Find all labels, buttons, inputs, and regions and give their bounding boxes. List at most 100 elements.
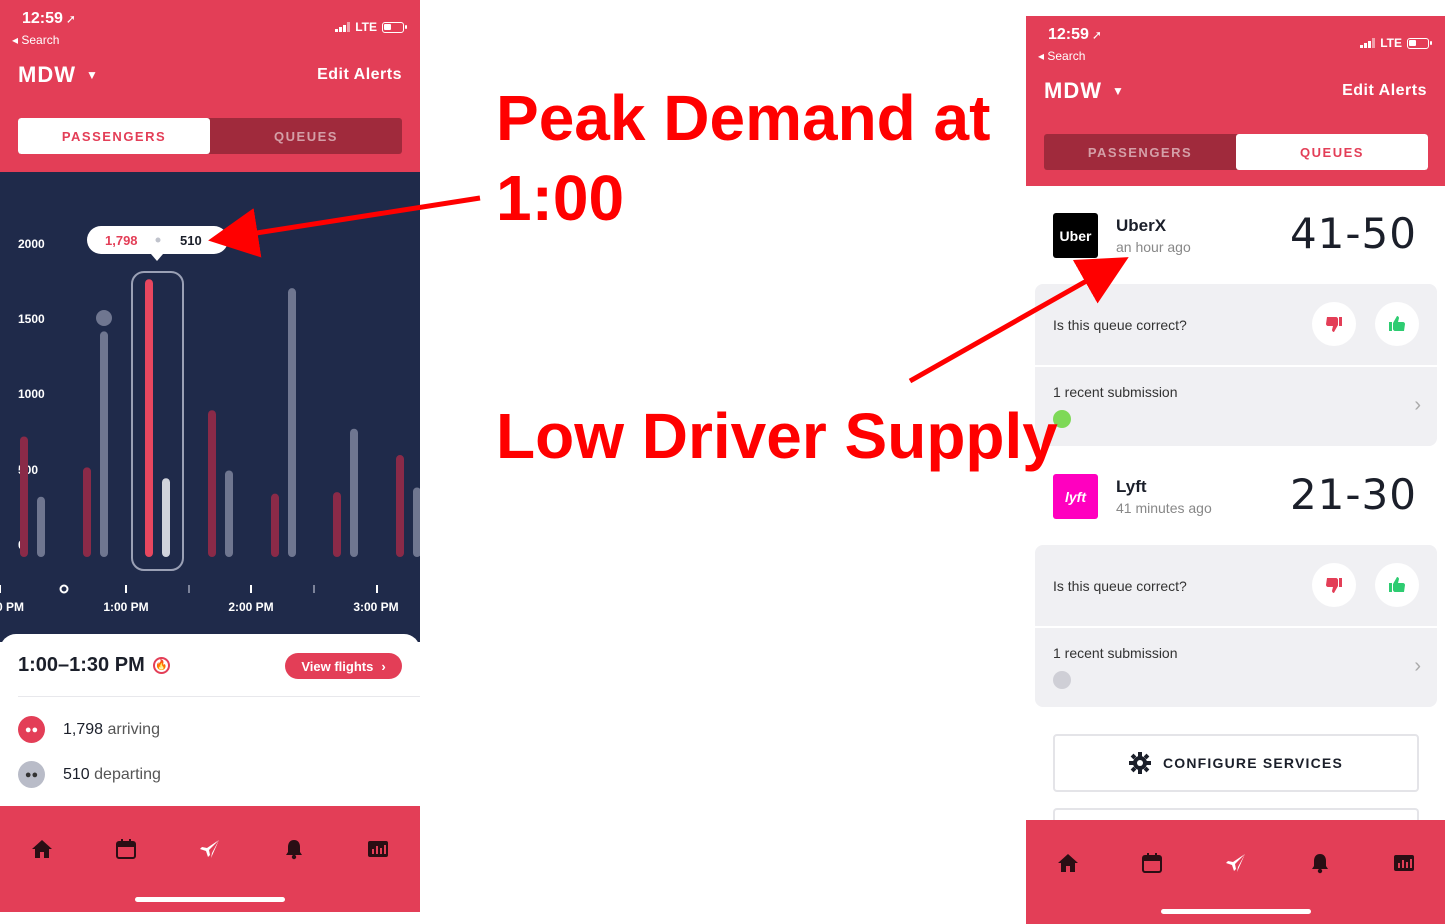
queue-updated-time: 41 minutes ago xyxy=(1116,500,1212,516)
queue-service-name: UberX xyxy=(1116,216,1167,235)
stats-icon xyxy=(368,841,388,857)
queue-correct-question: Is this queue correct? xyxy=(1053,317,1187,333)
tab-alerts[interactable] xyxy=(281,836,307,862)
tab-stats[interactable] xyxy=(1391,850,1417,876)
home-indicator[interactable] xyxy=(135,897,285,902)
arriving-bar xyxy=(145,279,153,557)
people-icon: ●● xyxy=(18,716,45,743)
x-tick-label: 2:00 PM xyxy=(228,600,273,614)
tab-passengers[interactable]: PASSENGERS xyxy=(18,118,210,154)
status-indicators: LTE xyxy=(335,20,407,34)
airport-code: MDW xyxy=(1044,78,1102,103)
configure-services-label: CONFIGURE SERVICES xyxy=(1162,755,1344,771)
bottom-tab-bar xyxy=(1026,820,1445,924)
battery-icon xyxy=(1407,37,1432,49)
thumbs-up-button[interactable] xyxy=(1375,302,1419,346)
departing-bar xyxy=(350,428,358,557)
x-tick xyxy=(188,585,190,593)
arriving-stat: ●● 1,798 arriving xyxy=(18,716,160,743)
divider xyxy=(1035,365,1437,367)
tab-schedule[interactable] xyxy=(1139,850,1165,876)
flame-icon xyxy=(96,310,112,326)
view-flights-button[interactable]: View flights › xyxy=(285,653,402,679)
x-tick-label: 1:00 PM xyxy=(103,600,148,614)
x-tick xyxy=(376,585,378,593)
submitter-avatar xyxy=(1053,671,1071,689)
signal-icon xyxy=(1360,38,1376,48)
left-phone-screen: 12:59 ➚ ◂ Search LTE MDW ▼ Edit Alerts PAS… xyxy=(0,0,420,912)
y-tick-label: 1000 xyxy=(18,387,45,401)
x-tick-label: 0 PM xyxy=(0,600,24,614)
time-slot-details: 1:00–1:30 PM 🔥 View flights › ●● 1,798 a… xyxy=(0,634,420,814)
queue-row-lyft[interactable]: lyft Lyft 41 minutes ago 21-30 xyxy=(1026,462,1445,558)
recent-submission-label: 1 recent submission xyxy=(1053,384,1178,400)
tab-stats[interactable] xyxy=(365,836,391,862)
tab-queues[interactable]: QUEUES xyxy=(1236,134,1428,170)
tab-schedule[interactable] xyxy=(113,836,139,862)
view-flights-label: View flights xyxy=(301,658,374,674)
departing-bar xyxy=(37,496,45,557)
thumbs-down-button[interactable] xyxy=(1312,302,1356,346)
departing-count: 510 xyxy=(63,765,90,783)
divider xyxy=(18,696,420,697)
departing-bar xyxy=(225,470,233,557)
tab-home[interactable] xyxy=(29,836,55,862)
tab-home[interactable] xyxy=(1055,850,1081,876)
status-indicators: LTE xyxy=(1360,36,1432,50)
arriving-count: 1,798 xyxy=(63,720,104,738)
chevron-down-icon: ▼ xyxy=(85,68,99,82)
edit-alerts-button[interactable]: Edit Alerts xyxy=(1342,82,1427,100)
edit-alerts-button[interactable]: Edit Alerts xyxy=(317,66,402,84)
home-indicator[interactable] xyxy=(1160,909,1311,914)
airport-selector[interactable]: MDW ▼ xyxy=(1044,78,1125,104)
queue-correct-question: Is this queue correct? xyxy=(1053,578,1187,594)
selected-time-slot: 1:00–1:30 PM 🔥 xyxy=(18,654,170,677)
time-slot-label: 1:00–1:30 PM xyxy=(18,654,145,676)
tab-passengers[interactable]: PASSENGERS xyxy=(1044,134,1236,170)
peak-demand-annotation: Peak Demand at 1:00 xyxy=(496,82,991,234)
airport-selector[interactable]: MDW ▼ xyxy=(18,62,99,88)
status-time: 12:59 ➚ xyxy=(22,10,76,27)
thumbs-down-icon xyxy=(1326,317,1342,332)
tab-alerts[interactable] xyxy=(1307,850,1333,876)
tab-flights[interactable] xyxy=(1223,850,1249,876)
back-to-search-link[interactable]: ◂ Search xyxy=(12,33,59,47)
current-time-marker xyxy=(59,584,69,594)
arriving-bar xyxy=(83,467,91,557)
passenger-bar-chart[interactable]: 20001500100050001,7985100 PM1:00 PM2:00 … xyxy=(0,172,420,642)
thumbs-up-button[interactable] xyxy=(1375,563,1419,607)
departing-bar xyxy=(100,331,108,557)
tab-queues[interactable]: QUEUES xyxy=(210,118,402,154)
chevron-right-icon[interactable]: › xyxy=(1414,655,1421,678)
configure-services-button[interactable]: CONFIGURE SERVICES xyxy=(1053,734,1419,792)
view-segmented-control: PASSENGERS QUEUES xyxy=(18,118,402,154)
queue-row-uberx[interactable]: Uber UberX an hour ago 41-50 xyxy=(1026,201,1445,297)
tab-flights[interactable] xyxy=(197,836,223,862)
home-icon xyxy=(32,840,52,858)
gear-icon xyxy=(1128,752,1151,774)
tooltip-pointer xyxy=(151,254,163,261)
x-tick-label: 3:00 PM xyxy=(353,600,398,614)
calendar-icon xyxy=(116,839,136,859)
recent-submission-label: 1 recent submission xyxy=(1053,645,1178,661)
location-icon: ➚ xyxy=(1091,28,1102,42)
bottom-tab-bar xyxy=(0,806,420,912)
tooltip-arriving-value: 1,798 xyxy=(105,233,138,248)
plane-icon xyxy=(200,840,219,858)
view-segmented-control: PASSENGERS QUEUES xyxy=(1044,134,1428,170)
battery-icon xyxy=(382,21,407,33)
departing-label: departing xyxy=(94,765,161,783)
queue-range: 21-30 xyxy=(1289,470,1417,519)
thumbs-down-icon xyxy=(1326,578,1342,593)
back-to-search-link[interactable]: ◂ Search xyxy=(1038,49,1085,63)
app-header: 12:59 ➚ ◂ Search LTE MDW ▼ Edit Alerts PAS… xyxy=(0,0,420,172)
lyft-logo: lyft xyxy=(1053,474,1098,519)
chevron-right-icon[interactable]: › xyxy=(1414,394,1421,417)
departing-bar xyxy=(162,478,170,557)
x-tick xyxy=(250,585,252,593)
stats-icon xyxy=(1394,855,1414,871)
thumbs-down-button[interactable] xyxy=(1312,563,1356,607)
bell-icon xyxy=(286,840,302,860)
people-icon: ●● xyxy=(18,761,45,788)
location-icon: ➚ xyxy=(65,12,76,26)
